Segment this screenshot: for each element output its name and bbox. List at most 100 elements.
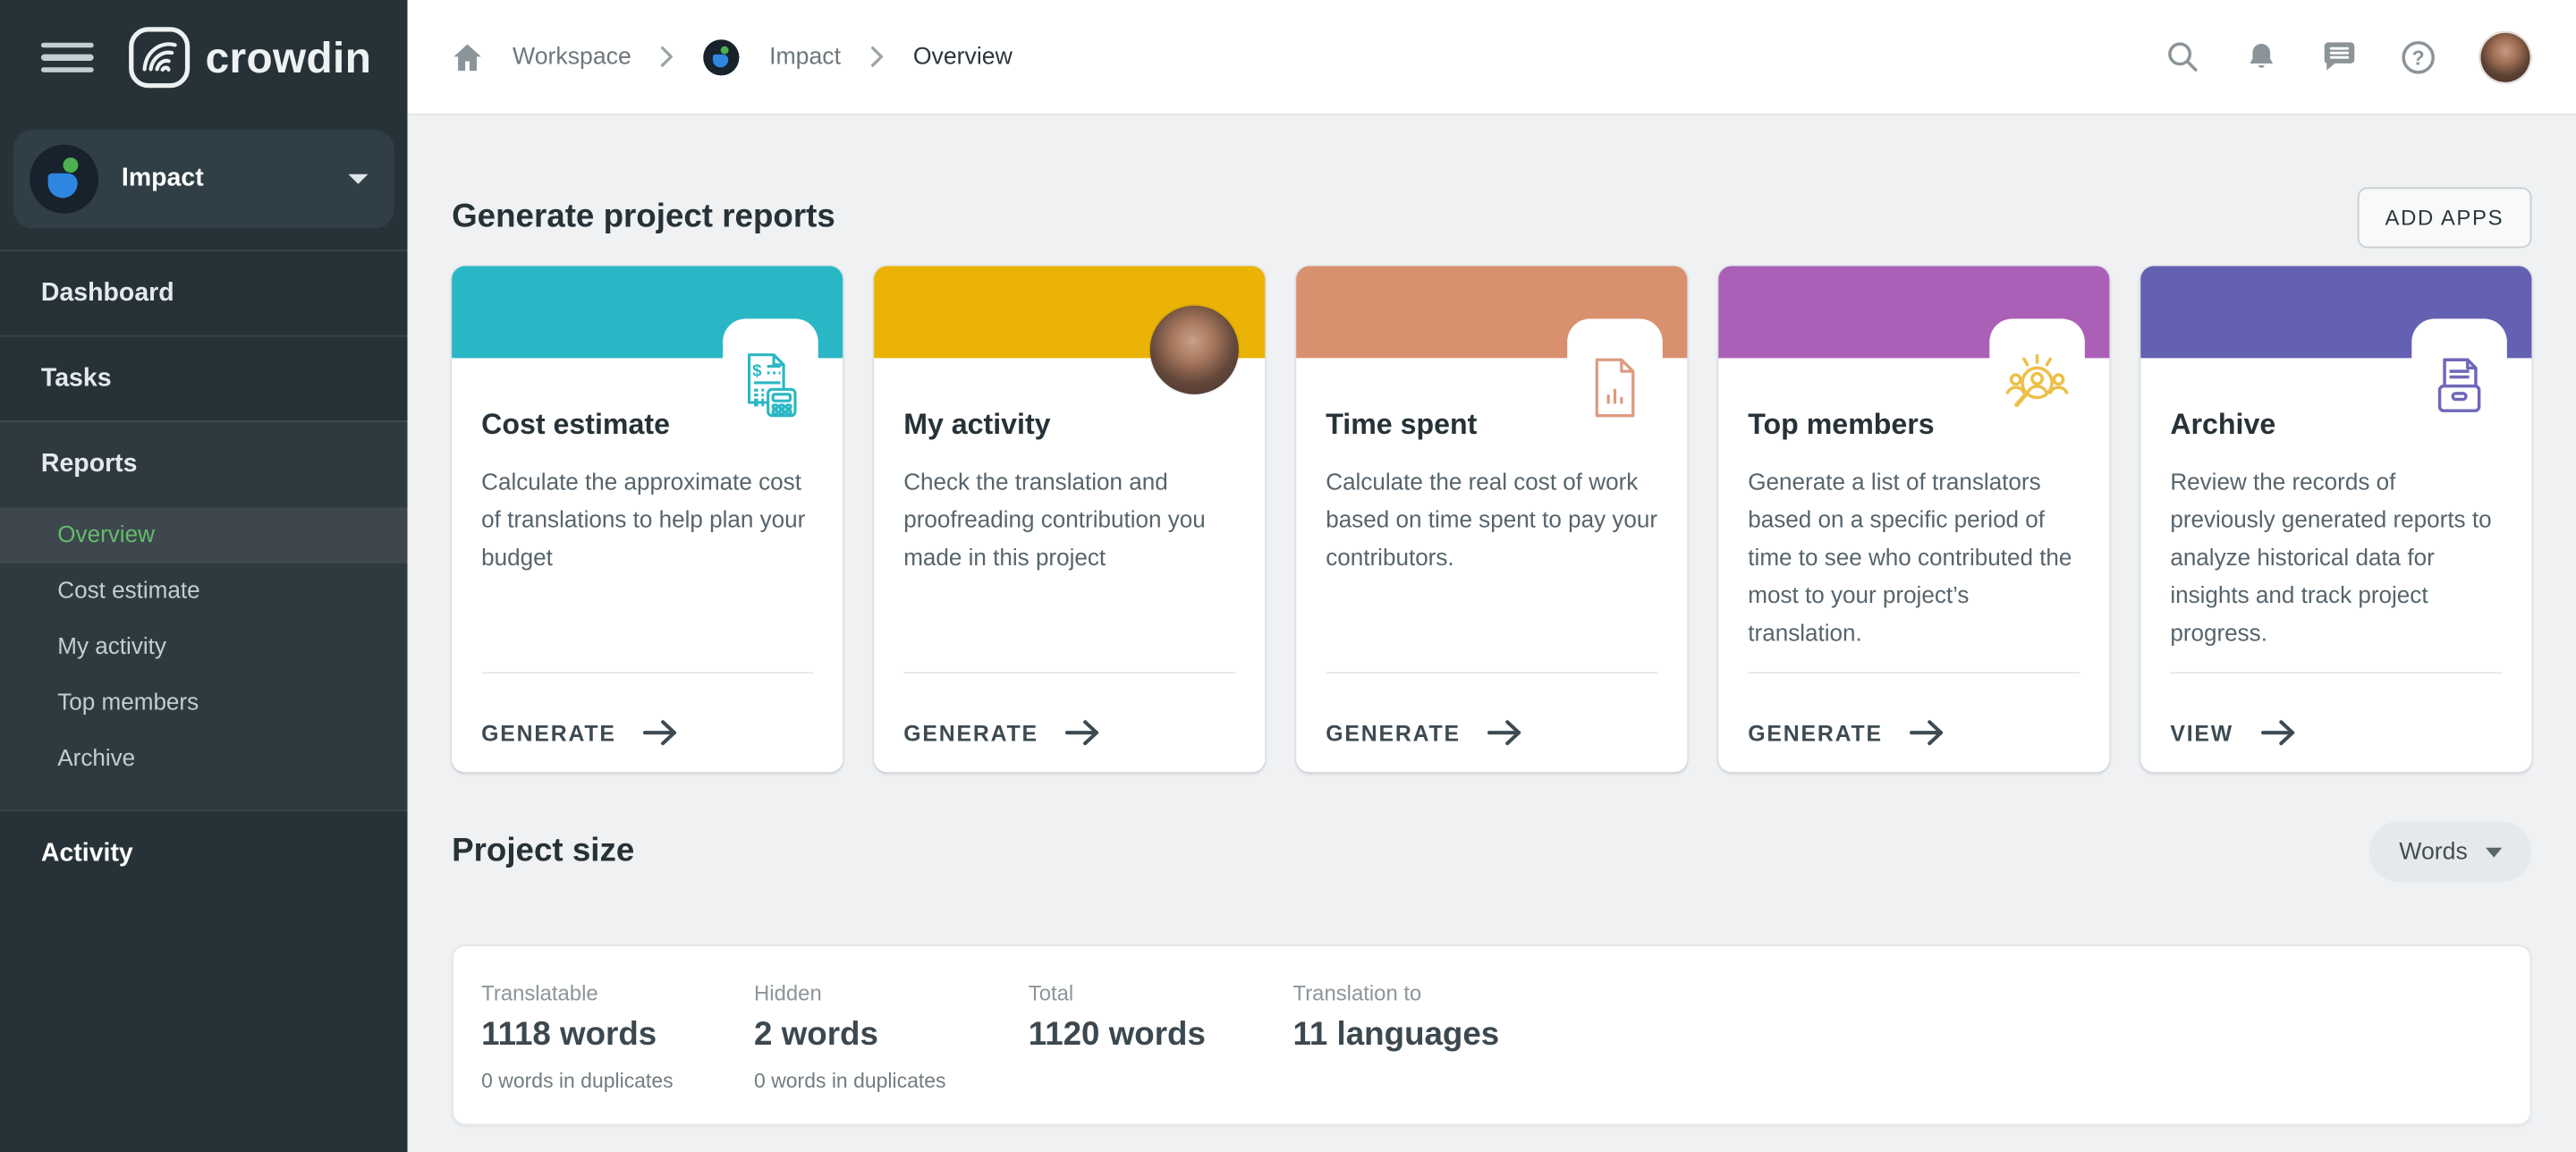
chevron-down-icon: [348, 174, 368, 184]
help-icon[interactable]: ?: [2400, 38, 2436, 74]
generate-link[interactable]: GENERATE: [903, 719, 1100, 745]
stat-value: 1118 words: [481, 1017, 754, 1055]
divider: [2170, 672, 2502, 673]
generate-label: GENERATE: [1748, 720, 1883, 745]
hamburger-menu-icon[interactable]: [41, 43, 94, 72]
sidebar-subitem-label: Top members: [57, 690, 199, 716]
sidebar-item-label: Reports: [41, 450, 138, 479]
card-icon-badge: [1567, 318, 1663, 397]
sidebar-item-reports[interactable]: Reports: [0, 422, 408, 508]
sidebar-subitem-label: Archive: [57, 746, 135, 772]
sidebar-item-label: Tasks: [41, 364, 112, 394]
stat-value: 2 words: [754, 1017, 1029, 1055]
stat-value: 1120 words: [1029, 1017, 1293, 1055]
card-description: Calculate the approximate cost of transl…: [481, 465, 813, 579]
sidebar-subitem-label: Cost estimate: [57, 579, 199, 605]
sidebar-subitem-label: Overview: [57, 522, 155, 548]
card-icon-badge: $: [723, 318, 818, 397]
reports-section-header: Generate project reports ADD APPS: [452, 187, 2531, 248]
divider: [1748, 672, 2080, 673]
divider: [1326, 672, 1657, 673]
stat-note: 0 words in duplicates: [754, 1070, 1029, 1093]
sidebar-item-dashboard[interactable]: Dashboard: [0, 250, 408, 335]
generate-link[interactable]: GENERATE: [1748, 719, 1945, 745]
arrow-right-icon: [642, 719, 678, 745]
divider: [903, 672, 1235, 673]
crowdin-logo-icon: [128, 26, 191, 89]
report-document-icon: [1590, 355, 1640, 420]
invoice-calculator-icon: $: [740, 350, 802, 420]
breadcrumb-workspace[interactable]: Workspace: [513, 44, 631, 70]
crowdin-logo[interactable]: crowdin: [128, 26, 371, 89]
breadcrumb-project[interactable]: Impact: [769, 44, 841, 70]
stat-note: 0 words in duplicates: [481, 1070, 754, 1093]
user-photo-avatar: [1150, 306, 1239, 394]
card-title: My activity: [903, 408, 1235, 443]
card-description: Generate a list of translators based on …: [1748, 465, 2080, 654]
stat-label: Translation to: [1293, 981, 1500, 1006]
stat-hidden: Hidden 2 words 0 words in duplicates: [754, 981, 1029, 1124]
card-description: Check the translation and proofreading c…: [903, 465, 1235, 579]
sidebar: crowdin Impact Dashboard Tasks Reports: [0, 0, 408, 1152]
unit-selector-label: Words: [2399, 839, 2467, 865]
sidebar-subitem-my-activity[interactable]: My activity: [0, 619, 408, 674]
generate-link[interactable]: GENERATE: [481, 719, 678, 745]
card-cost-estimate: $: [452, 267, 843, 773]
card-description: Calculate the real cost of work based on…: [1326, 465, 1657, 579]
card-my-activity: My activity Check the translation and pr…: [874, 267, 1265, 773]
svg-text:$: $: [752, 361, 761, 380]
sidebar-subitem-cost-estimate[interactable]: Cost estimate: [0, 563, 408, 619]
stat-label: Hidden: [754, 981, 1029, 1006]
main-content: Generate project reports ADD APPS $: [408, 115, 2576, 1152]
breadcrumb-page: Overview: [913, 44, 1013, 70]
sidebar-subitem-archive[interactable]: Archive: [0, 731, 408, 786]
card-top-members: Top members Generate a list of translato…: [1718, 267, 2109, 773]
stat-value: 11 languages: [1293, 1017, 1500, 1055]
unit-selector[interactable]: Words: [2369, 821, 2531, 882]
project-selector-label: Impact: [122, 165, 348, 194]
card-archive: Archive Review the records of previously…: [2140, 267, 2531, 773]
crowdin-wordmark: crowdin: [206, 32, 372, 83]
topbar: Workspace Impact Overview: [408, 0, 2576, 115]
project-size-header: Project size Words: [452, 821, 2531, 882]
arrow-right-icon: [2259, 719, 2295, 745]
project-selector[interactable]: Impact: [13, 130, 394, 228]
divider: [481, 672, 813, 673]
project-avatar: [30, 145, 98, 214]
add-apps-button[interactable]: ADD APPS: [2357, 187, 2531, 248]
generate-link[interactable]: GENERATE: [1326, 719, 1522, 745]
arrow-right-icon: [1487, 719, 1522, 745]
sidebar-item-tasks[interactable]: Tasks: [0, 335, 408, 421]
arrow-right-icon: [1064, 719, 1100, 745]
section-title: Project size: [452, 833, 634, 870]
archive-box-icon: [2428, 355, 2491, 420]
sidebar-subitem-label: My activity: [57, 634, 166, 660]
stat-label: Total: [1029, 981, 1293, 1006]
view-label: VIEW: [2170, 720, 2233, 745]
sidebar-subitem-overview[interactable]: Overview: [0, 508, 408, 563]
project-size-stats: Translatable 1118 words 0 words in dupli…: [452, 944, 2531, 1125]
stat-label: Translatable: [481, 981, 754, 1006]
view-link[interactable]: VIEW: [2170, 719, 2296, 745]
sidebar-header: crowdin: [0, 0, 408, 115]
generate-label: GENERATE: [1326, 720, 1461, 745]
app-window: crowdin Impact Dashboard Tasks Reports: [0, 0, 2576, 1152]
chevron-right-icon: [870, 46, 884, 67]
search-icon[interactable]: [2164, 38, 2199, 74]
chat-icon[interactable]: [2321, 38, 2357, 74]
page-title: Generate project reports: [452, 199, 835, 236]
card-time-spent: Time spent Calculate the real cost of wo…: [1296, 267, 1687, 773]
sidebar-subitem-top-members[interactable]: Top members: [0, 675, 408, 731]
generate-label: GENERATE: [903, 720, 1038, 745]
stat-translatable: Translatable 1118 words 0 words in dupli…: [481, 981, 754, 1124]
svg-text:?: ?: [2412, 45, 2425, 68]
stat-total: Total 1120 words: [1029, 981, 1293, 1124]
home-icon[interactable]: [452, 42, 483, 72]
topbar-actions: ?: [2164, 30, 2531, 83]
user-avatar[interactable]: [2479, 30, 2532, 83]
bell-icon[interactable]: [2242, 38, 2278, 74]
generate-label: GENERATE: [481, 720, 616, 745]
sidebar-item-activity[interactable]: Activity: [0, 810, 408, 896]
card-icon-badge: [1989, 318, 2085, 397]
card-icon-badge: [2411, 318, 2507, 397]
